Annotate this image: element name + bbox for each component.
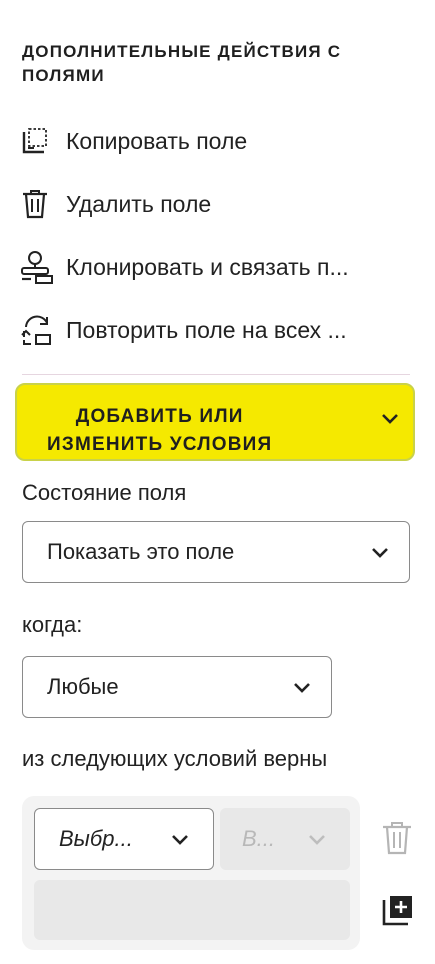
- conditions-panel-toggle[interactable]: ДОБАВИТЬ ИЛИ ИЗМЕНИТЬ УСЛОВИЯ: [15, 383, 415, 461]
- delete-field-label: Удалить поле: [66, 190, 212, 217]
- add-condition-button[interactable]: [382, 894, 414, 926]
- conditions-title-line1: ДОБАВИТЬ ИЛИ: [75, 406, 244, 427]
- condition-value-input: [34, 880, 350, 940]
- chevron-down-icon: [172, 835, 188, 845]
- condition-field-select[interactable]: Выбр...: [34, 808, 214, 870]
- chevron-down-icon: [382, 414, 398, 424]
- trash-icon: [20, 185, 58, 223]
- repeat-all-pages-action[interactable]: Повторить поле на всех ...: [20, 310, 420, 350]
- condition-operator-value: В...: [242, 826, 276, 851]
- clone-link-label: Клонировать и связать п...: [66, 253, 349, 280]
- clone-link-action[interactable]: Клонировать и связать п...: [20, 247, 420, 287]
- chevron-down-icon: [309, 835, 325, 845]
- conditions-panel-title: ДОБАВИТЬ ИЛИ ИЗМЕНИТЬ УСЛОВИЯ: [47, 403, 272, 459]
- delete-field-action[interactable]: Удалить поле: [20, 184, 420, 224]
- chevron-down-icon: [294, 683, 310, 693]
- copy-field-label: Копировать поле: [66, 127, 248, 154]
- condition-operator-select: В...: [220, 808, 350, 870]
- field-state-select[interactable]: Показать это поле: [22, 521, 410, 583]
- delete-condition-button[interactable]: [380, 820, 414, 856]
- when-select[interactable]: Любые: [22, 656, 332, 718]
- repeat-all-pages-label: Повторить поле на всех ...: [66, 316, 347, 343]
- divider: [22, 374, 410, 375]
- when-label: когда:: [22, 612, 83, 637]
- field-state-value: Показать это поле: [47, 539, 235, 564]
- chevron-down-icon: [372, 548, 388, 558]
- condition-field-value: Выбр...: [59, 826, 133, 851]
- repeat-all-pages-icon: [20, 311, 58, 349]
- following-conditions-label: из следующих условий верны: [22, 746, 328, 771]
- when-value: Любые: [47, 674, 119, 699]
- copy-field-icon: [20, 122, 58, 160]
- field-state-label: Состояние поля: [22, 480, 187, 505]
- copy-field-action[interactable]: Копировать поле: [20, 121, 420, 161]
- conditions-title-line2: ИЗМЕНИТЬ УСЛОВИЯ: [47, 434, 273, 455]
- section-title: ДОПОЛНИТЕЛЬНЫЕ ДЕЙСТВИЯ С ПОЛЯМИ: [22, 42, 342, 85]
- clone-link-icon: [20, 248, 58, 286]
